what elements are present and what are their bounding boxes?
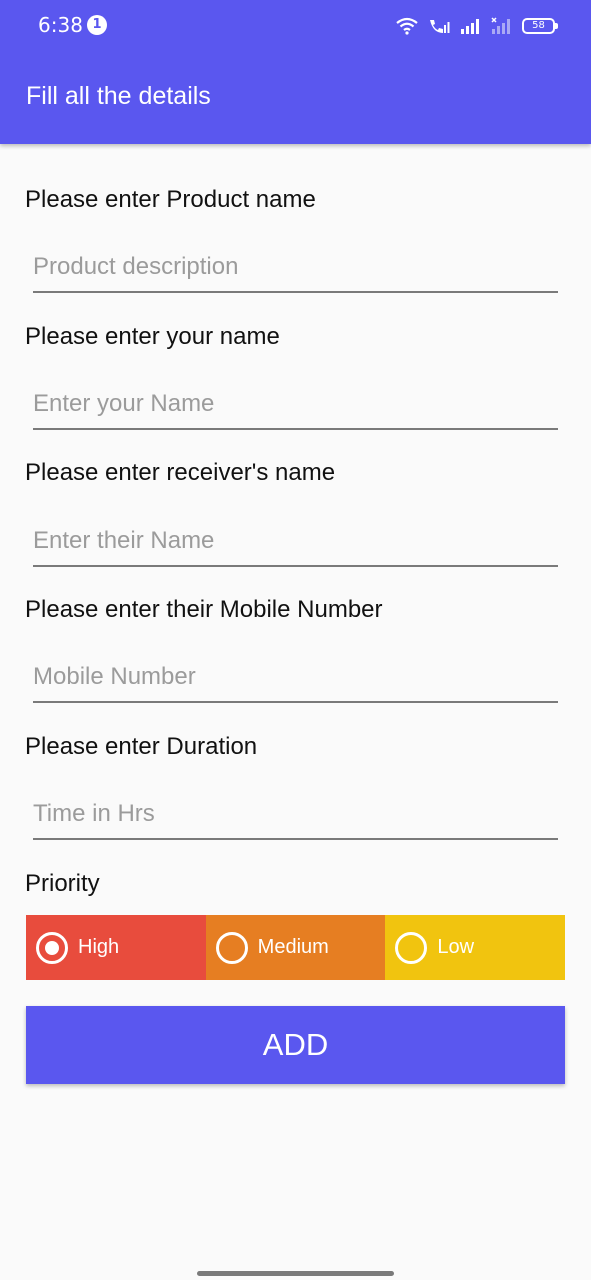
page-title: Fill all the details xyxy=(26,82,211,110)
notification-badge: 1 xyxy=(87,15,107,35)
priority-option-high[interactable]: High xyxy=(26,915,206,980)
product-description-input[interactable] xyxy=(33,243,558,293)
radio-unchecked-icon xyxy=(395,931,428,964)
status-icons: 58 xyxy=(396,14,558,38)
battery-icon: 58 xyxy=(522,18,558,34)
status-time: 6:38 xyxy=(38,13,83,37)
priority-radio-group: High Medium Low xyxy=(26,915,566,980)
priority-option-label: High xyxy=(78,936,120,958)
priority-option-medium[interactable]: Medium xyxy=(205,915,386,980)
mobile-number-label: Please enter their Mobile Number xyxy=(25,596,383,623)
receiver-name-input[interactable] xyxy=(33,517,558,567)
signal-no-service-icon xyxy=(491,17,510,34)
status-bar: 6:38 1 58 xyxy=(0,0,591,54)
signal-icon xyxy=(461,19,479,34)
your-name-input[interactable] xyxy=(33,380,558,430)
wifi-calling-icon xyxy=(430,20,450,33)
product-name-label: Please enter Product name xyxy=(25,186,316,213)
priority-option-label: Medium xyxy=(257,936,329,958)
duration-label: Please enter Duration xyxy=(25,733,258,760)
radio-checked-icon xyxy=(36,931,68,964)
receiver-name-label: Please enter receiver's name xyxy=(25,459,336,486)
app-bar: 6:38 1 58 Fill all the details xyxy=(0,0,591,144)
gesture-home-bar[interactable] xyxy=(197,1271,394,1276)
radio-unchecked-icon xyxy=(215,931,248,964)
your-name-label: Please enter your name xyxy=(25,323,280,350)
wifi-icon xyxy=(396,17,418,35)
mobile-number-input[interactable] xyxy=(33,653,558,703)
priority-option-label: Low xyxy=(437,936,475,958)
duration-input[interactable] xyxy=(33,790,558,840)
add-button[interactable]: ADD xyxy=(26,1006,565,1084)
priority-label: Priority xyxy=(25,870,100,897)
priority-option-low[interactable]: Low xyxy=(385,915,566,980)
